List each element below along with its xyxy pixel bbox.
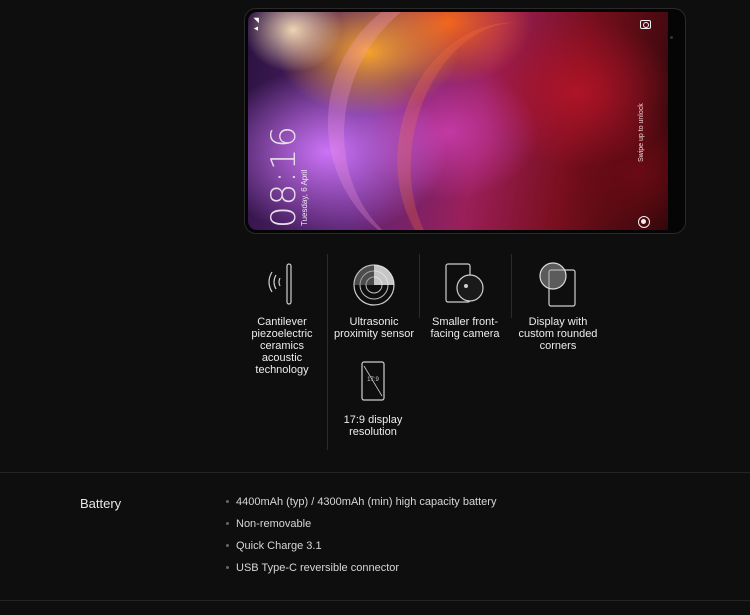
battery-spec-list: 4400mAh (typ) / 4300mAh (min) high capac… xyxy=(226,496,496,584)
lockscreen-time: 08:16 xyxy=(264,125,304,228)
lockscreen-date: Tuesday, 6 April xyxy=(300,169,309,226)
feature-label: Smaller front-facing camera xyxy=(430,316,500,340)
list-item: Quick Charge 3.1 xyxy=(226,540,496,562)
acoustic-speaker-icon xyxy=(268,263,292,305)
camera-icon xyxy=(640,20,651,29)
phone-screen: ▲ ◢ 08:16 Tuesday, 6 April Swipe up to u… xyxy=(248,12,668,230)
section-divider xyxy=(0,600,750,601)
feature-label: Display with custom rounded corners xyxy=(518,316,598,352)
status-bar-icons: ▲ ◢ xyxy=(253,17,260,32)
feature-label: Ultrasonic proximity sensor xyxy=(333,316,415,340)
column-divider xyxy=(327,254,328,450)
proximity-sensor-icon xyxy=(353,264,395,306)
feature-label: 17:9 display resolution xyxy=(343,414,403,438)
front-camera-icon xyxy=(445,263,484,303)
battery-section-title: Battery xyxy=(80,496,122,511)
feature-acoustic: Cantilever piezoelectric ceramics acoust… xyxy=(240,262,324,376)
aspect-ratio-icon-text: 17:9 xyxy=(367,377,379,383)
list-item: Non-removable xyxy=(226,518,496,540)
aspect-ratio-icon: 17:9 xyxy=(361,361,385,401)
feature-rounded-corners: Display with custom rounded corners xyxy=(512,262,604,352)
phone-image: ▲ ◢ 08:16 Tuesday, 6 April Swipe up to u… xyxy=(244,8,686,234)
section-divider xyxy=(0,472,750,473)
rounded-corners-icon xyxy=(539,262,576,307)
feature-proximity: Ultrasonic proximity sensor xyxy=(329,262,419,340)
list-item: USB Type-C reversible connector xyxy=(226,562,496,584)
front-camera-dot xyxy=(670,36,673,39)
feature-front-camera: Smaller front-facing camera xyxy=(424,262,506,340)
column-divider xyxy=(419,254,420,318)
swipe-hint: Swipe up to unlock xyxy=(638,103,645,162)
unlock-icon xyxy=(638,216,650,228)
feature-aspect-ratio: 17:9 17:9 display resolution xyxy=(335,360,411,438)
feature-label: Cantilever piezoelectric ceramics acoust… xyxy=(251,316,313,376)
list-item: 4400mAh (typ) / 4300mAh (min) high capac… xyxy=(226,496,496,518)
